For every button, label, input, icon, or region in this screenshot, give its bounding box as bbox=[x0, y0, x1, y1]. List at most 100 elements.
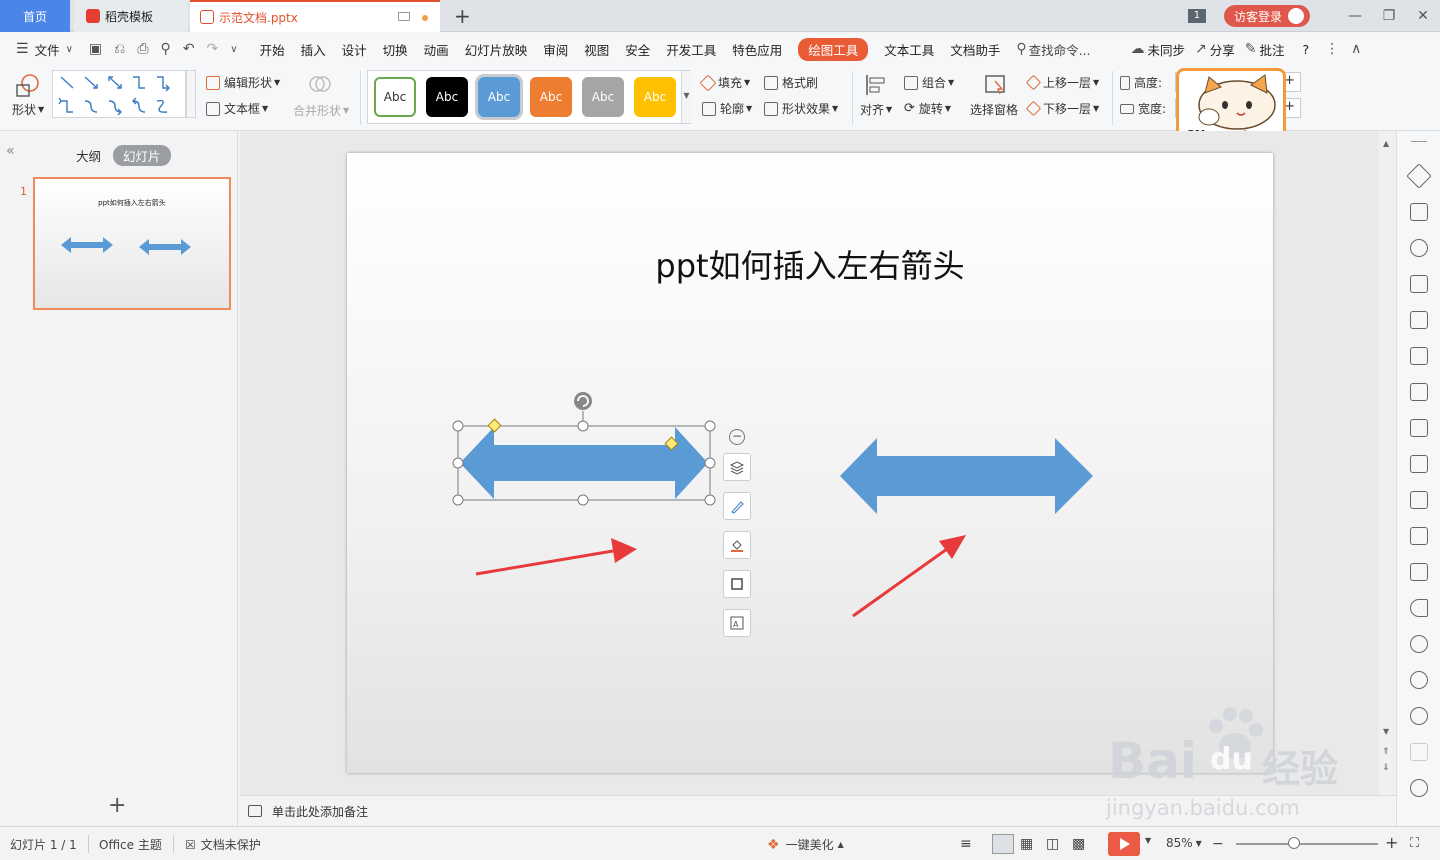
tab-document[interactable]: 示范文档.pptx bbox=[190, 0, 440, 32]
resize-handle[interactable] bbox=[577, 494, 589, 506]
line-shape-gallery[interactable] bbox=[52, 70, 186, 118]
align-button[interactable]: 对齐 ▼ bbox=[860, 101, 892, 118]
image-gallery-icon[interactable] bbox=[1410, 455, 1428, 473]
selection-pane-button[interactable]: 选择窗格 bbox=[970, 101, 1018, 118]
vertical-scrollbar[interactable]: ▲ ▼ ⇑ ⇓ bbox=[1378, 131, 1396, 795]
collapse-panel-icon[interactable]: « bbox=[6, 143, 15, 159]
share-button[interactable]: 分享 bbox=[1210, 40, 1235, 59]
resize-handle[interactable] bbox=[452, 494, 464, 506]
close-icon[interactable]: ✕ bbox=[1406, 8, 1440, 24]
resize-handle[interactable] bbox=[704, 420, 716, 432]
redo-icon[interactable]: ↷ bbox=[207, 41, 219, 57]
sync-status[interactable]: 未同步 bbox=[1148, 40, 1186, 59]
add-slide-button[interactable]: + bbox=[108, 793, 126, 818]
save-icon[interactable]: ▣ bbox=[89, 41, 102, 57]
menu-view[interactable]: 视图 bbox=[584, 40, 609, 59]
collapse-toolbar-icon[interactable]: − bbox=[729, 429, 745, 445]
menu-transition[interactable]: 切换 bbox=[383, 40, 408, 59]
style-swatch-6[interactable]: Abc bbox=[634, 77, 676, 117]
resize-handle[interactable] bbox=[577, 420, 589, 432]
login-button[interactable]: 访客登录 bbox=[1223, 5, 1310, 27]
group-button[interactable]: 组合 ▼ bbox=[904, 74, 954, 91]
fill-tool-icon[interactable] bbox=[723, 531, 751, 559]
slide-sorter-icon[interactable]: ▦ bbox=[1020, 836, 1033, 852]
merge-shape-button[interactable]: 合并形状 ▼ bbox=[293, 102, 349, 119]
share-icon[interactable]: ↗ bbox=[1195, 41, 1207, 57]
chevron-down-icon[interactable]: ∨ bbox=[66, 44, 73, 55]
layers-icon[interactable] bbox=[723, 453, 751, 481]
print-preview-icon[interactable]: ⚲ bbox=[161, 41, 171, 57]
menu-design[interactable]: 设计 bbox=[342, 40, 367, 59]
tab-home[interactable]: 首页 bbox=[0, 0, 70, 32]
play-slideshow-button[interactable] bbox=[1108, 832, 1140, 856]
style-swatch-4[interactable]: Abc bbox=[530, 77, 572, 117]
style-swatch-2[interactable]: Abc bbox=[426, 77, 468, 117]
new-tab-button[interactable]: + bbox=[454, 4, 471, 28]
customize-quickbar-icon[interactable]: ∨ bbox=[230, 44, 237, 55]
minimize-icon[interactable]: — bbox=[1338, 8, 1372, 24]
more-icon[interactable]: ⋮ bbox=[1325, 41, 1339, 57]
rotate-button[interactable]: ⟳ 旋转 ▼ bbox=[904, 100, 951, 117]
menu-features[interactable]: 特色应用 bbox=[732, 40, 782, 59]
tab-outline[interactable]: 大纲 bbox=[76, 146, 101, 165]
history-icon[interactable] bbox=[1410, 671, 1428, 689]
send-backward-button[interactable]: 下移一层 ▼ bbox=[1025, 100, 1099, 117]
shape-dropdown[interactable]: 形状 ▼ bbox=[12, 101, 44, 118]
shield-icon[interactable] bbox=[1410, 635, 1428, 653]
style-brush-icon[interactable] bbox=[723, 492, 751, 520]
resize-handle[interactable] bbox=[704, 494, 716, 506]
normal-view-icon[interactable] bbox=[992, 834, 1014, 854]
picture-icon[interactable] bbox=[1410, 563, 1428, 581]
zoom-level[interactable]: 85% ▼ bbox=[1166, 836, 1202, 850]
shape-effect-button[interactable]: 形状效果 ▼ bbox=[764, 100, 838, 117]
menu-insert[interactable]: 插入 bbox=[301, 40, 326, 59]
undo-icon[interactable]: ↶ bbox=[183, 41, 195, 57]
tab-slides[interactable]: 幻灯片 bbox=[113, 145, 171, 166]
style-swatch-5[interactable]: Abc bbox=[582, 77, 624, 117]
collapse-ribbon-icon[interactable]: ∧ bbox=[1351, 41, 1361, 57]
zoom-slider[interactable] bbox=[1236, 843, 1378, 845]
restore-icon[interactable]: ❐ bbox=[1372, 8, 1406, 24]
protection-status[interactable]: ☒ 文档未保护 bbox=[185, 836, 261, 853]
location-icon[interactable] bbox=[1410, 779, 1428, 797]
bring-forward-button[interactable]: 上移一层 ▼ bbox=[1025, 74, 1099, 91]
table-icon[interactable] bbox=[1410, 311, 1428, 329]
edit-shape-button[interactable]: 编辑形状 ▼ bbox=[206, 74, 280, 91]
zoom-out-icon[interactable]: − bbox=[1212, 836, 1224, 852]
menu-doc-assistant[interactable]: 文档助手 bbox=[950, 40, 1000, 59]
menu-slideshow[interactable]: 幻灯片放映 bbox=[465, 40, 528, 59]
reading-view-icon[interactable]: ◫ bbox=[1046, 836, 1059, 852]
resize-handle[interactable] bbox=[452, 420, 464, 432]
fill-button[interactable]: 填充 ▼ bbox=[699, 74, 750, 91]
menu-home[interactable]: 开始 bbox=[260, 40, 285, 59]
shape-tool-icon[interactable] bbox=[1410, 203, 1428, 221]
fit-window-icon[interactable]: ⛶ bbox=[1410, 836, 1419, 851]
help-circle-icon[interactable] bbox=[1410, 707, 1428, 725]
print-icon[interactable]: ⎙ bbox=[137, 41, 148, 57]
style-swatch-1[interactable]: Abc bbox=[374, 77, 416, 117]
export-panel-icon[interactable] bbox=[1410, 491, 1428, 509]
menu-drawing-tools[interactable]: 绘图工具 bbox=[798, 37, 869, 61]
comment-button[interactable]: 批注 bbox=[1260, 40, 1285, 59]
format-painter-button[interactable]: 格式刷 bbox=[764, 74, 818, 91]
shape-button[interactable] bbox=[14, 73, 42, 99]
resize-handle[interactable] bbox=[704, 457, 716, 469]
cube-icon[interactable] bbox=[1410, 743, 1428, 761]
adjust-handle[interactable] bbox=[487, 418, 502, 433]
window-count-badge[interactable]: 1 bbox=[1187, 9, 1206, 23]
menu-text-tools[interactable]: 文本工具 bbox=[884, 40, 934, 59]
textbox-button[interactable]: 文本框 ▼ bbox=[206, 100, 268, 117]
fill-panel-icon[interactable] bbox=[1410, 275, 1428, 293]
menu-developer[interactable]: 开发工具 bbox=[666, 40, 716, 59]
command-search[interactable]: 查找命令... bbox=[1029, 40, 1091, 59]
rotate-handle-icon[interactable] bbox=[574, 392, 592, 410]
left-right-arrow[interactable] bbox=[840, 438, 1093, 514]
outline-tool-icon[interactable] bbox=[723, 570, 751, 598]
menu-file[interactable]: 文件 bbox=[35, 40, 60, 59]
play-options-icon[interactable]: ▼ bbox=[1145, 836, 1151, 845]
search-icon[interactable]: ⚲ bbox=[1016, 41, 1026, 57]
theme-name[interactable]: Office 主题 bbox=[99, 836, 162, 853]
settings-sliders-icon[interactable] bbox=[1410, 419, 1428, 437]
menu-security[interactable]: 安全 bbox=[625, 40, 650, 59]
presenter-view-icon[interactable]: ▩ bbox=[1072, 836, 1085, 852]
